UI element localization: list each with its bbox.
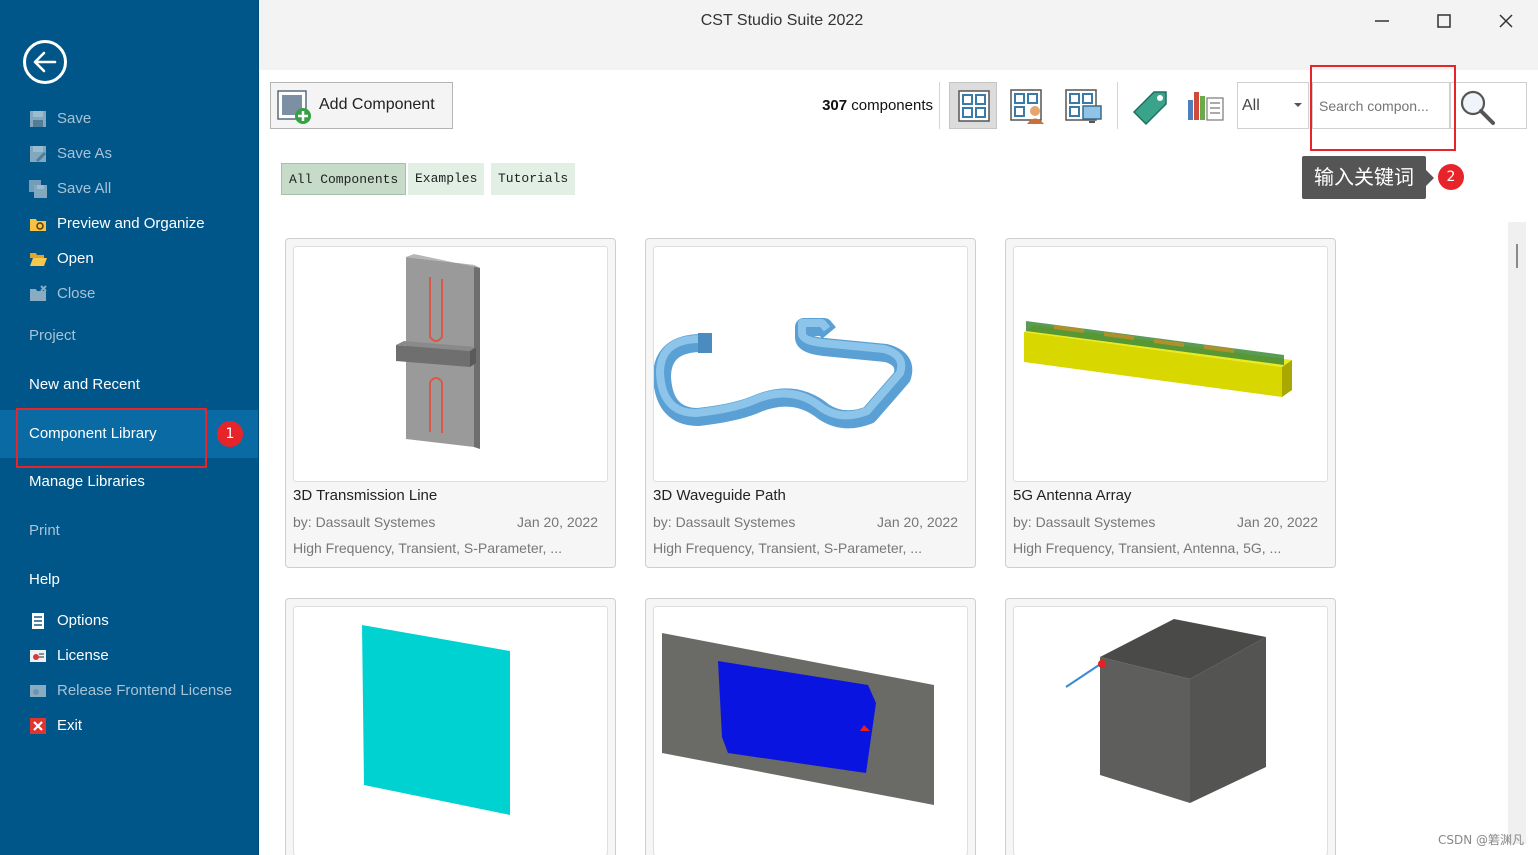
- grid-view-icon[interactable]: [949, 82, 997, 129]
- close-folder-icon: [30, 285, 47, 301]
- magnifier-icon: [1460, 90, 1495, 125]
- save-as-icon: [30, 146, 47, 163]
- annotation-badge-1: 1: [217, 421, 243, 447]
- component-author: by: Dassault Systemes: [1013, 514, 1156, 530]
- menu-release-frontend-license[interactable]: Release Frontend License: [0, 676, 258, 706]
- highlight-box-search: [1310, 65, 1456, 151]
- toolbar-separator: [1117, 82, 1118, 129]
- tab-tutorials[interactable]: Tutorials: [491, 163, 576, 195]
- chevron-down-icon: [1294, 103, 1302, 107]
- component-card[interactable]: 3D Waveguide Path by: Dassault Systemes …: [645, 238, 976, 568]
- menu-save[interactable]: Save: [0, 104, 258, 134]
- highlight-box-component-library: [16, 408, 207, 468]
- author-view-icon[interactable]: [1004, 82, 1052, 129]
- component-name: 5G Antenna Array: [1013, 487, 1132, 504]
- preview-organize-icon: [30, 219, 46, 231]
- component-thumbnail: [293, 606, 608, 855]
- backstage-sidebar: Save Save As Save All Preview and Organi…: [0, 0, 259, 855]
- save-all-icon: [29, 180, 47, 198]
- section-print[interactable]: Print: [0, 510, 258, 554]
- title-bar: CST Studio Suite 2022: [259, 0, 1538, 70]
- section-help[interactable]: Help: [0, 559, 258, 603]
- component-author: by: Dassault Systemes: [653, 514, 796, 530]
- component-name: 3D Transmission Line: [293, 487, 438, 504]
- scrollbar-thumb[interactable]: [1516, 244, 1518, 268]
- menu-open[interactable]: Open: [0, 244, 258, 274]
- screen-view-icon[interactable]: [1059, 82, 1107, 129]
- search-button[interactable]: [1450, 82, 1527, 129]
- component-thumbnail: [653, 606, 968, 855]
- window-title: CST Studio Suite 2022: [700, 12, 864, 29]
- tag-icon[interactable]: [1126, 82, 1174, 129]
- component-thumbnail: [653, 246, 968, 482]
- component-thumbnail: [1013, 606, 1328, 855]
- section-new-and-recent[interactable]: New and Recent: [0, 364, 258, 408]
- menu-save-all[interactable]: Save All: [0, 174, 258, 204]
- vertical-scrollbar[interactable]: [1508, 222, 1526, 844]
- add-component-icon: [277, 90, 311, 124]
- tab-all-components[interactable]: All Components: [281, 163, 407, 195]
- menu-license[interactable]: License: [0, 641, 258, 671]
- section-manage-libraries[interactable]: Manage Libraries: [0, 461, 258, 505]
- license-icon: [30, 650, 46, 662]
- menu-preview-organize[interactable]: Preview and Organize: [0, 209, 258, 239]
- folder-open-icon: [30, 253, 47, 266]
- component-author: by: Dassault Systemes: [293, 514, 436, 530]
- component-card[interactable]: [1005, 598, 1336, 855]
- annotation-badge-2: 2: [1438, 164, 1464, 190]
- component-thumbnail: [293, 246, 608, 482]
- component-card[interactable]: 5G Antenna Array by: Dassault Systemes J…: [1005, 238, 1336, 568]
- menu-save-as[interactable]: Save As: [0, 139, 258, 169]
- component-card[interactable]: [645, 598, 976, 855]
- component-tags: High Frequency, Transient, S-Parameter, …: [293, 540, 562, 556]
- chart-list-icon[interactable]: [1181, 82, 1229, 129]
- menu-exit[interactable]: Exit: [0, 711, 258, 741]
- component-date: Jan 20, 2022: [1237, 514, 1318, 530]
- exit-icon: [30, 718, 46, 734]
- back-arrow-icon[interactable]: [23, 40, 67, 84]
- add-component-button[interactable]: Add Component: [270, 82, 453, 129]
- keyword-tooltip: 输入关键词: [1302, 156, 1434, 199]
- component-thumbnail: [1013, 246, 1328, 482]
- tab-examples[interactable]: Examples: [408, 163, 485, 195]
- save-icon: [30, 111, 46, 127]
- options-icon: [32, 613, 44, 629]
- close-icon[interactable]: [1491, 8, 1521, 34]
- toolbar-separator: [939, 82, 940, 129]
- component-card[interactable]: [285, 598, 616, 855]
- menu-close[interactable]: Close: [0, 279, 258, 309]
- watermark: CSDN @箬渊凡: [1437, 833, 1524, 847]
- minimize-icon[interactable]: [1367, 8, 1397, 34]
- maximize-icon[interactable]: [1429, 8, 1459, 34]
- release-license-icon: [30, 685, 46, 697]
- component-date: Jan 20, 2022: [877, 514, 958, 530]
- menu-options[interactable]: Options: [0, 606, 258, 636]
- filter-select[interactable]: All: [1237, 82, 1309, 129]
- section-project[interactable]: Project: [0, 315, 258, 359]
- component-date: Jan 20, 2022: [517, 514, 598, 530]
- component-card[interactable]: 3D Transmission Line by: Dassault System…: [285, 238, 616, 568]
- component-tags: High Frequency, Transient, Antenna, 5G, …: [1013, 540, 1282, 556]
- component-name: 3D Waveguide Path: [653, 487, 786, 504]
- component-count: 307 components: [822, 97, 933, 114]
- component-tags: High Frequency, Transient, S-Parameter, …: [653, 540, 922, 556]
